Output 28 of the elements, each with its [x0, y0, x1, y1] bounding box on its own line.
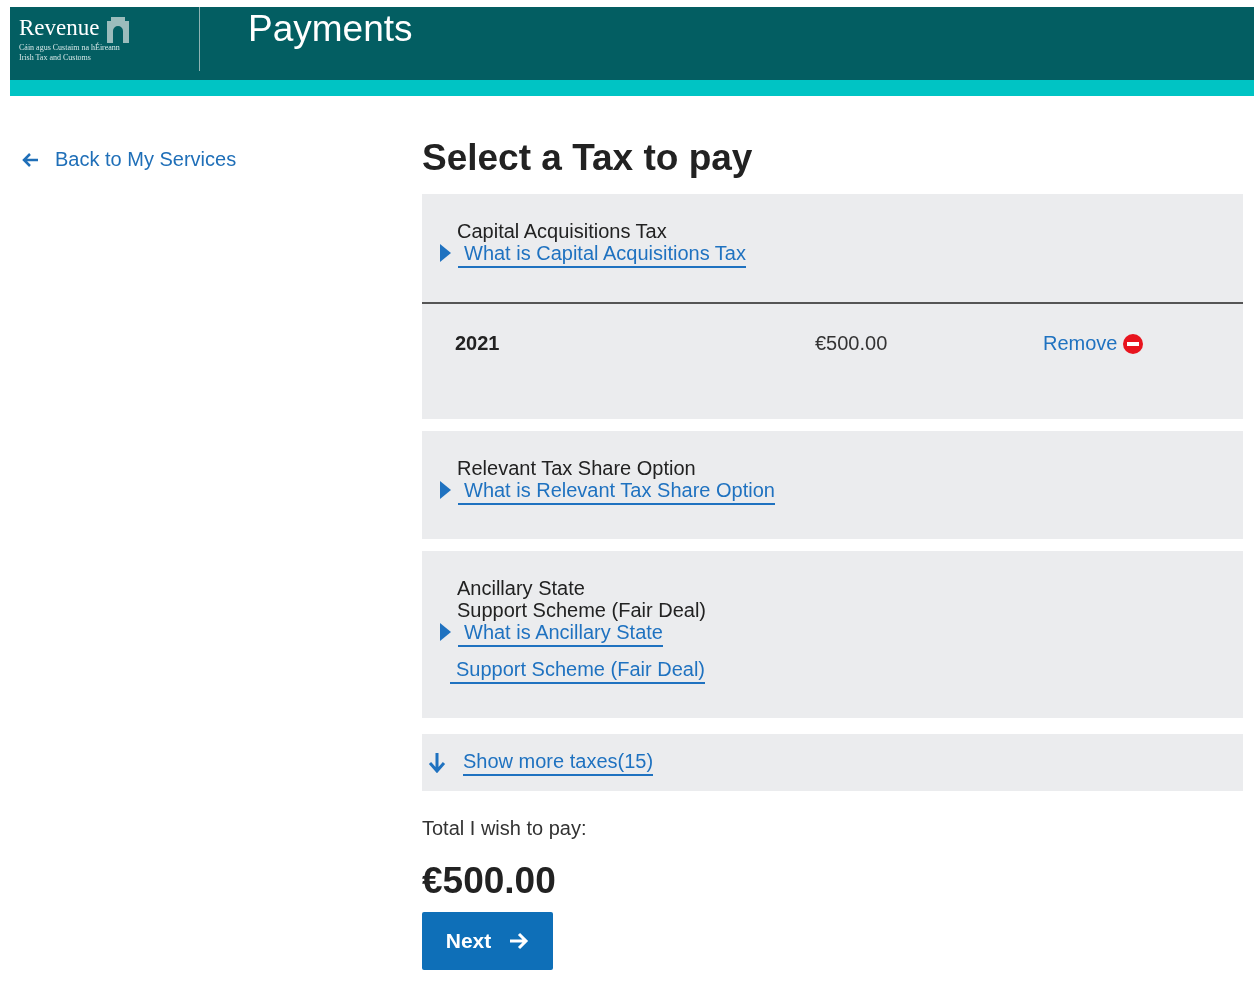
- remove-link[interactable]: Remove: [1043, 332, 1144, 355]
- tax-name: Capital Acquisitions Tax: [457, 220, 668, 242]
- arrow-left-icon: [22, 152, 39, 167]
- caret-icon: [440, 244, 451, 262]
- tax-name: Relevant Tax Share Option: [457, 457, 697, 479]
- logo-name: Revenue: [19, 14, 100, 42]
- back-link[interactable]: Back to My Services: [10, 148, 237, 171]
- caret-icon: [440, 623, 451, 641]
- arrow-down-icon: [428, 752, 446, 773]
- show-more-link[interactable]: Show more taxes(15): [463, 749, 654, 776]
- tax-info-link[interactable]: What is Relevant Tax Share Option: [458, 479, 775, 505]
- section-heading: Select a Tax to pay: [422, 136, 754, 180]
- tax-amount: €500.00: [815, 332, 889, 355]
- tax-info-link[interactable]: What is Ancillary State: [458, 621, 663, 647]
- caret-icon: [440, 481, 451, 499]
- tax-info-link[interactable]: What is Capital Acquisitions Tax: [458, 242, 746, 268]
- remove-icon: [1123, 333, 1144, 354]
- logo-subtitle: Irish Tax and Customs: [19, 53, 92, 63]
- page-title: Payments: [248, 7, 413, 51]
- tax-year: 2021: [455, 332, 501, 355]
- logo-subtitle: Cáin agus Custaim na hÉireann: [19, 43, 121, 53]
- next-button[interactable]: Next: [422, 912, 553, 970]
- total-amount: €500.00: [422, 860, 557, 902]
- arrow-right-icon: [509, 932, 530, 950]
- tax-name: Support Scheme (Fair Deal): [457, 599, 706, 621]
- tax-info-link[interactable]: Support Scheme (Fair Deal): [450, 658, 705, 684]
- tax-name: Ancillary State: [457, 577, 586, 599]
- total-label: Total I wish to pay:: [422, 817, 588, 840]
